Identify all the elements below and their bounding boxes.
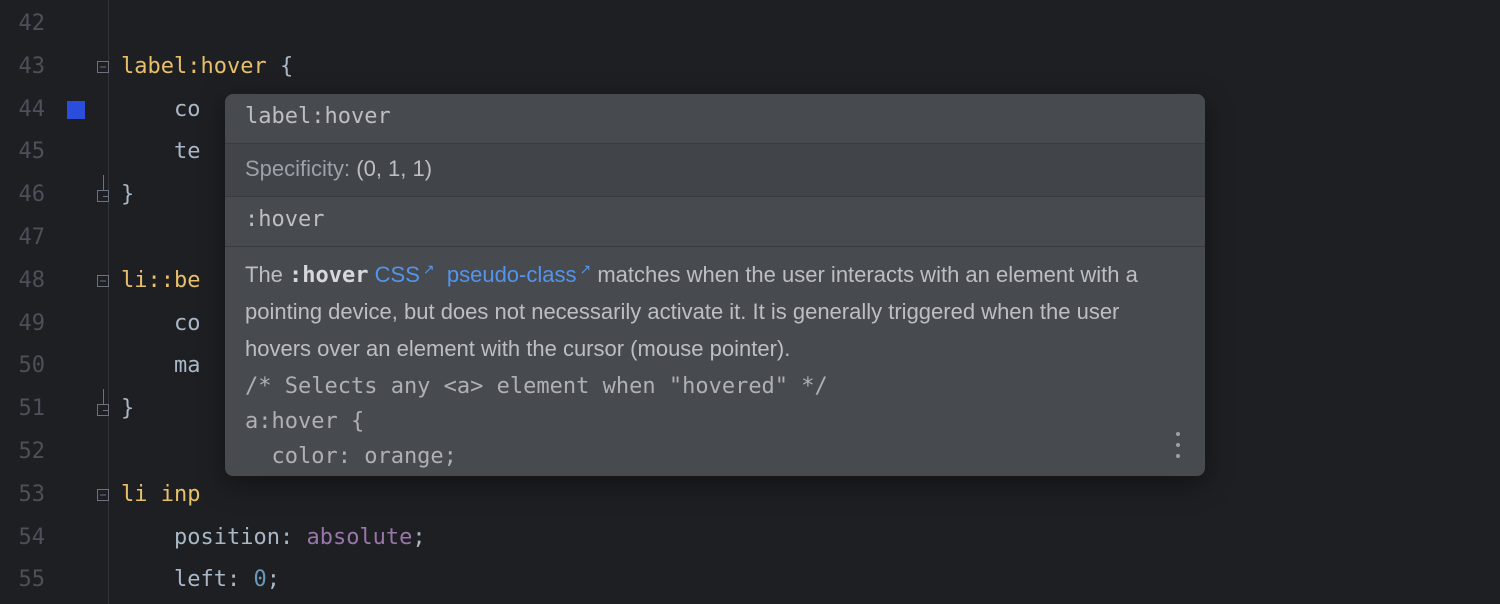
fold-gutter bbox=[55, 0, 109, 604]
code-line[interactable]: left: 0; bbox=[109, 559, 1500, 602]
line-number: 52 bbox=[0, 431, 55, 474]
code-editor: 4243444546474849505152535455 label:hover… bbox=[0, 0, 1500, 604]
fold-collapse-icon[interactable] bbox=[97, 275, 109, 287]
code-line[interactable]: label:hover { bbox=[109, 46, 1500, 89]
fold-collapse-icon[interactable] bbox=[97, 61, 109, 73]
doc-prefix: The bbox=[245, 262, 289, 287]
code-line[interactable]: position: absolute; bbox=[109, 517, 1500, 560]
specificity-value: (0, 1, 1) bbox=[356, 156, 432, 181]
popup-selector: label:hover bbox=[225, 94, 1205, 144]
doc-symbol: :hover bbox=[289, 263, 368, 288]
line-number: 46 bbox=[0, 174, 55, 217]
popup-specificity: Specificity: (0, 1, 1) bbox=[225, 144, 1205, 197]
popup-symbol-text: :hover bbox=[245, 207, 324, 232]
line-number-gutter: 4243444546474849505152535455 bbox=[0, 0, 55, 604]
popup-symbol: :hover bbox=[225, 197, 1205, 247]
popup-documentation: The :hover CSS↗ pseudo-class↗ matches wh… bbox=[225, 247, 1205, 476]
line-number: 48 bbox=[0, 260, 55, 303]
more-options-icon[interactable] bbox=[1169, 432, 1187, 458]
doc-link-pseudo-class[interactable]: pseudo-class bbox=[447, 262, 577, 287]
line-number: 47 bbox=[0, 217, 55, 260]
doc-example-code: /* Selects any <a> element when "hovered… bbox=[245, 369, 1185, 475]
doc-link-css[interactable]: CSS bbox=[375, 262, 420, 287]
specificity-label: Specificity: bbox=[245, 156, 356, 181]
line-number: 53 bbox=[0, 474, 55, 517]
line-number: 42 bbox=[0, 3, 55, 46]
fold-end-icon bbox=[97, 190, 109, 202]
line-number: 55 bbox=[0, 559, 55, 602]
fold-end-icon bbox=[97, 404, 109, 416]
documentation-popup: label:hover Specificity: (0, 1, 1) :hove… bbox=[225, 94, 1205, 476]
line-number: 51 bbox=[0, 388, 55, 431]
line-number: 45 bbox=[0, 131, 55, 174]
line-number: 50 bbox=[0, 345, 55, 388]
line-number: 44 bbox=[0, 89, 55, 132]
line-number: 43 bbox=[0, 46, 55, 89]
code-line[interactable] bbox=[109, 3, 1500, 46]
code-line[interactable]: li inp bbox=[109, 474, 1500, 517]
external-link-icon: ↗ bbox=[423, 258, 435, 281]
gutter-color-swatch[interactable] bbox=[67, 101, 85, 119]
external-link-icon: ↗ bbox=[580, 258, 592, 281]
line-number: 54 bbox=[0, 517, 55, 560]
popup-selector-text: label:hover bbox=[245, 104, 391, 129]
fold-collapse-icon[interactable] bbox=[97, 489, 109, 501]
line-number: 49 bbox=[0, 303, 55, 346]
